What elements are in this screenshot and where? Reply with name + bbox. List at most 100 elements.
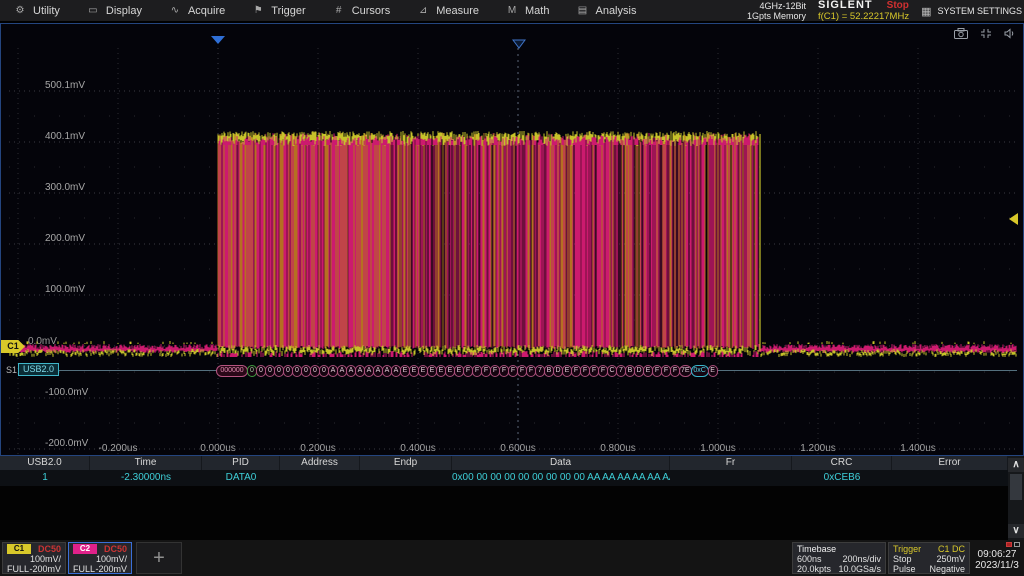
- menu-item-math[interactable]: M Math: [506, 5, 549, 17]
- decode-table-header: USB2.0TimePIDAddressEndpDataFrCRCError: [0, 456, 1008, 470]
- table-cell: 0x00 00 00 00 00 00 00 00 00 AA AA AA AA…: [452, 470, 670, 486]
- table-cell: [280, 470, 360, 486]
- menu-item-label: Analysis: [595, 5, 636, 17]
- fit-screen-icon[interactable]: [980, 28, 992, 39]
- menu-item-label: Acquire: [188, 5, 225, 17]
- channel2-scale: 100mV/: [96, 554, 127, 564]
- channel1-descriptor[interactable]: C1 DC50 100mV/ FULL -200mV: [2, 542, 66, 574]
- menu-item-cursors[interactable]: # Cursors: [333, 5, 391, 17]
- waveform-display: 500.1mV400.1mV300.0mV200.0mV100.0mV-100.…: [0, 23, 1024, 456]
- table-header-fr: Fr: [670, 456, 792, 470]
- analysis-icon: ▤: [576, 5, 588, 16]
- menu-item-acquire[interactable]: ∿Acquire: [169, 5, 225, 17]
- table-header-error: Error: [892, 456, 1008, 470]
- channel1-badge: C1: [7, 544, 31, 554]
- clock-date: 2023/11/3: [972, 560, 1022, 571]
- menu-item-label: Utility: [33, 5, 60, 17]
- camera-icon[interactable]: [954, 28, 968, 39]
- channel2-badge: C2: [73, 544, 97, 554]
- table-cell: DATA0: [202, 470, 280, 486]
- timebase-descriptor[interactable]: Timebase 600ns 200ns/div 20.0kpts 10.0GS…: [792, 542, 886, 574]
- table-header-endp: Endp: [360, 456, 452, 470]
- scroll-up-button[interactable]: ∧: [1008, 458, 1024, 472]
- cursors-icon: #: [333, 5, 345, 16]
- network-icon[interactable]: [972, 541, 1022, 549]
- channel2-bandwidth: FULL: [73, 564, 95, 574]
- table-header-address: Address: [280, 456, 360, 470]
- menu-item-utility[interactable]: ⚙ Utility: [14, 5, 60, 17]
- system-settings-label: SYSTEM SETTINGS: [937, 6, 1022, 16]
- menu-item-label: Trigger: [271, 5, 305, 17]
- trigger-flag-icon: ⚑: [252, 5, 264, 16]
- sound-icon[interactable]: [1004, 28, 1015, 39]
- menu-item-label: Math: [525, 5, 549, 17]
- system-settings-button[interactable]: ▦ SYSTEM SETTINGS: [921, 5, 1022, 18]
- decode-table: USB2.0TimePIDAddressEndpDataFrCRCError 1…: [0, 456, 1024, 540]
- table-header-time: Time: [90, 456, 202, 470]
- menu-item-label: Cursors: [352, 5, 391, 17]
- channel1-scale: 100mV/: [30, 554, 61, 564]
- trigger-position-marker[interactable]: [211, 36, 225, 44]
- trigger-slope: Negative: [929, 564, 965, 574]
- timebase-rate: 10.0GSa/s: [838, 564, 881, 574]
- timebase-delay: 600ns: [797, 554, 822, 564]
- scroll-down-button[interactable]: ∨: [1008, 524, 1024, 538]
- table-header-usb2-0: USB2.0: [0, 456, 90, 470]
- scrollbar-thumb[interactable]: [1010, 474, 1022, 500]
- menu-item-measure[interactable]: ⊿ Measure: [417, 5, 479, 17]
- menu-items: ⚙ Utility ▭Display ∿Acquire ⚑ Trigger # Cursors…: [0, 5, 649, 17]
- table-header-crc: CRC: [792, 456, 892, 470]
- math-icon: M: [506, 5, 518, 16]
- table-scrollbar[interactable]: ∧ ∨: [1008, 456, 1024, 540]
- spec-bandwidth: 4GHz-12Bit: [747, 1, 806, 11]
- frequency-counter: f(C1) = 52.22217MHz: [818, 12, 909, 22]
- table-cell: [670, 470, 792, 486]
- trigger-source: C1 DC: [938, 544, 965, 554]
- table-cell: -2.30000ns: [90, 470, 202, 486]
- add-channel-button[interactable]: +: [136, 542, 182, 574]
- table-cell: 1: [0, 470, 90, 486]
- acquisition-status: Stop: [887, 1, 909, 11]
- timebase-title: Timebase: [797, 544, 836, 554]
- menubar: ⚙ Utility ▭Display ∿Acquire ⚑ Trigger # Cursors…: [0, 0, 1024, 22]
- decode-row-label: S1: [6, 365, 17, 375]
- decode-bubble: 7E: [679, 365, 692, 377]
- header-right: 4GHz-12Bit 1Gpts Memory SIGLENT Stop f(C…: [747, 0, 1022, 22]
- menu-item-display[interactable]: ▭Display: [87, 5, 142, 17]
- oscilloscope-screen: ⚙ Utility ▭Display ∿Acquire ⚑ Trigger # Cursors…: [0, 0, 1024, 576]
- table-header-pid: PID: [202, 456, 280, 470]
- channel1-bandwidth: FULL: [7, 564, 29, 574]
- decode-bubble: E: [708, 365, 718, 377]
- measure-icon: ⊿: [417, 5, 429, 16]
- channel2-offset: -200mV: [95, 564, 127, 574]
- clock-time: 09:06:27: [972, 549, 1022, 560]
- display-corner-icons: [954, 28, 1015, 39]
- decode-bubble: 000000: [216, 365, 248, 377]
- statusbar: C1 DC50 100mV/ FULL -200mV C2 DC50 100mV…: [0, 540, 1024, 576]
- gear-icon: ⚙: [14, 5, 26, 16]
- decode-table-row[interactable]: 1-2.30000nsDATA0 0x00 00 00 00 00 00 00 0…: [0, 470, 1008, 486]
- trigger-title: Trigger: [893, 544, 921, 554]
- trigger-level-arrow[interactable]: [1009, 213, 1018, 225]
- table-cell: [892, 470, 1008, 486]
- menu-item-label: Measure: [436, 5, 479, 17]
- usb-bus-badge[interactable]: USB2.0: [18, 363, 59, 376]
- timebase-scale: 200ns/div: [842, 554, 881, 564]
- grid-icon: ▦: [921, 5, 931, 18]
- brand-block: SIGLENT Stop f(C1) = 52.22217MHz: [818, 0, 909, 22]
- trigger-descriptor[interactable]: Trigger C1 DC Stop 250mV Pulse Negative: [888, 542, 970, 574]
- menu-item-trigger[interactable]: ⚑ Trigger: [252, 5, 305, 17]
- decode-bubble: 0xC: [691, 365, 709, 377]
- table-header-data: Data: [452, 456, 670, 470]
- trigger-type: Pulse: [893, 564, 916, 574]
- trigger-level: 250mV: [936, 554, 965, 564]
- scope-specs: 4GHz-12Bit 1Gpts Memory: [747, 1, 806, 21]
- clock-block: 09:06:27 2023/11/3: [972, 541, 1022, 575]
- trigger-status: Stop: [893, 554, 912, 564]
- table-cell: [360, 470, 452, 486]
- spec-memory: 1Gpts Memory: [747, 11, 806, 21]
- timebase-points: 20.0kpts: [797, 564, 831, 574]
- channel2-descriptor[interactable]: C2 DC50 100mV/ FULL -200mV: [68, 542, 132, 574]
- menu-item-analysis[interactable]: ▤ Analysis: [576, 5, 636, 17]
- table-cell: 0xCEB6: [792, 470, 892, 486]
